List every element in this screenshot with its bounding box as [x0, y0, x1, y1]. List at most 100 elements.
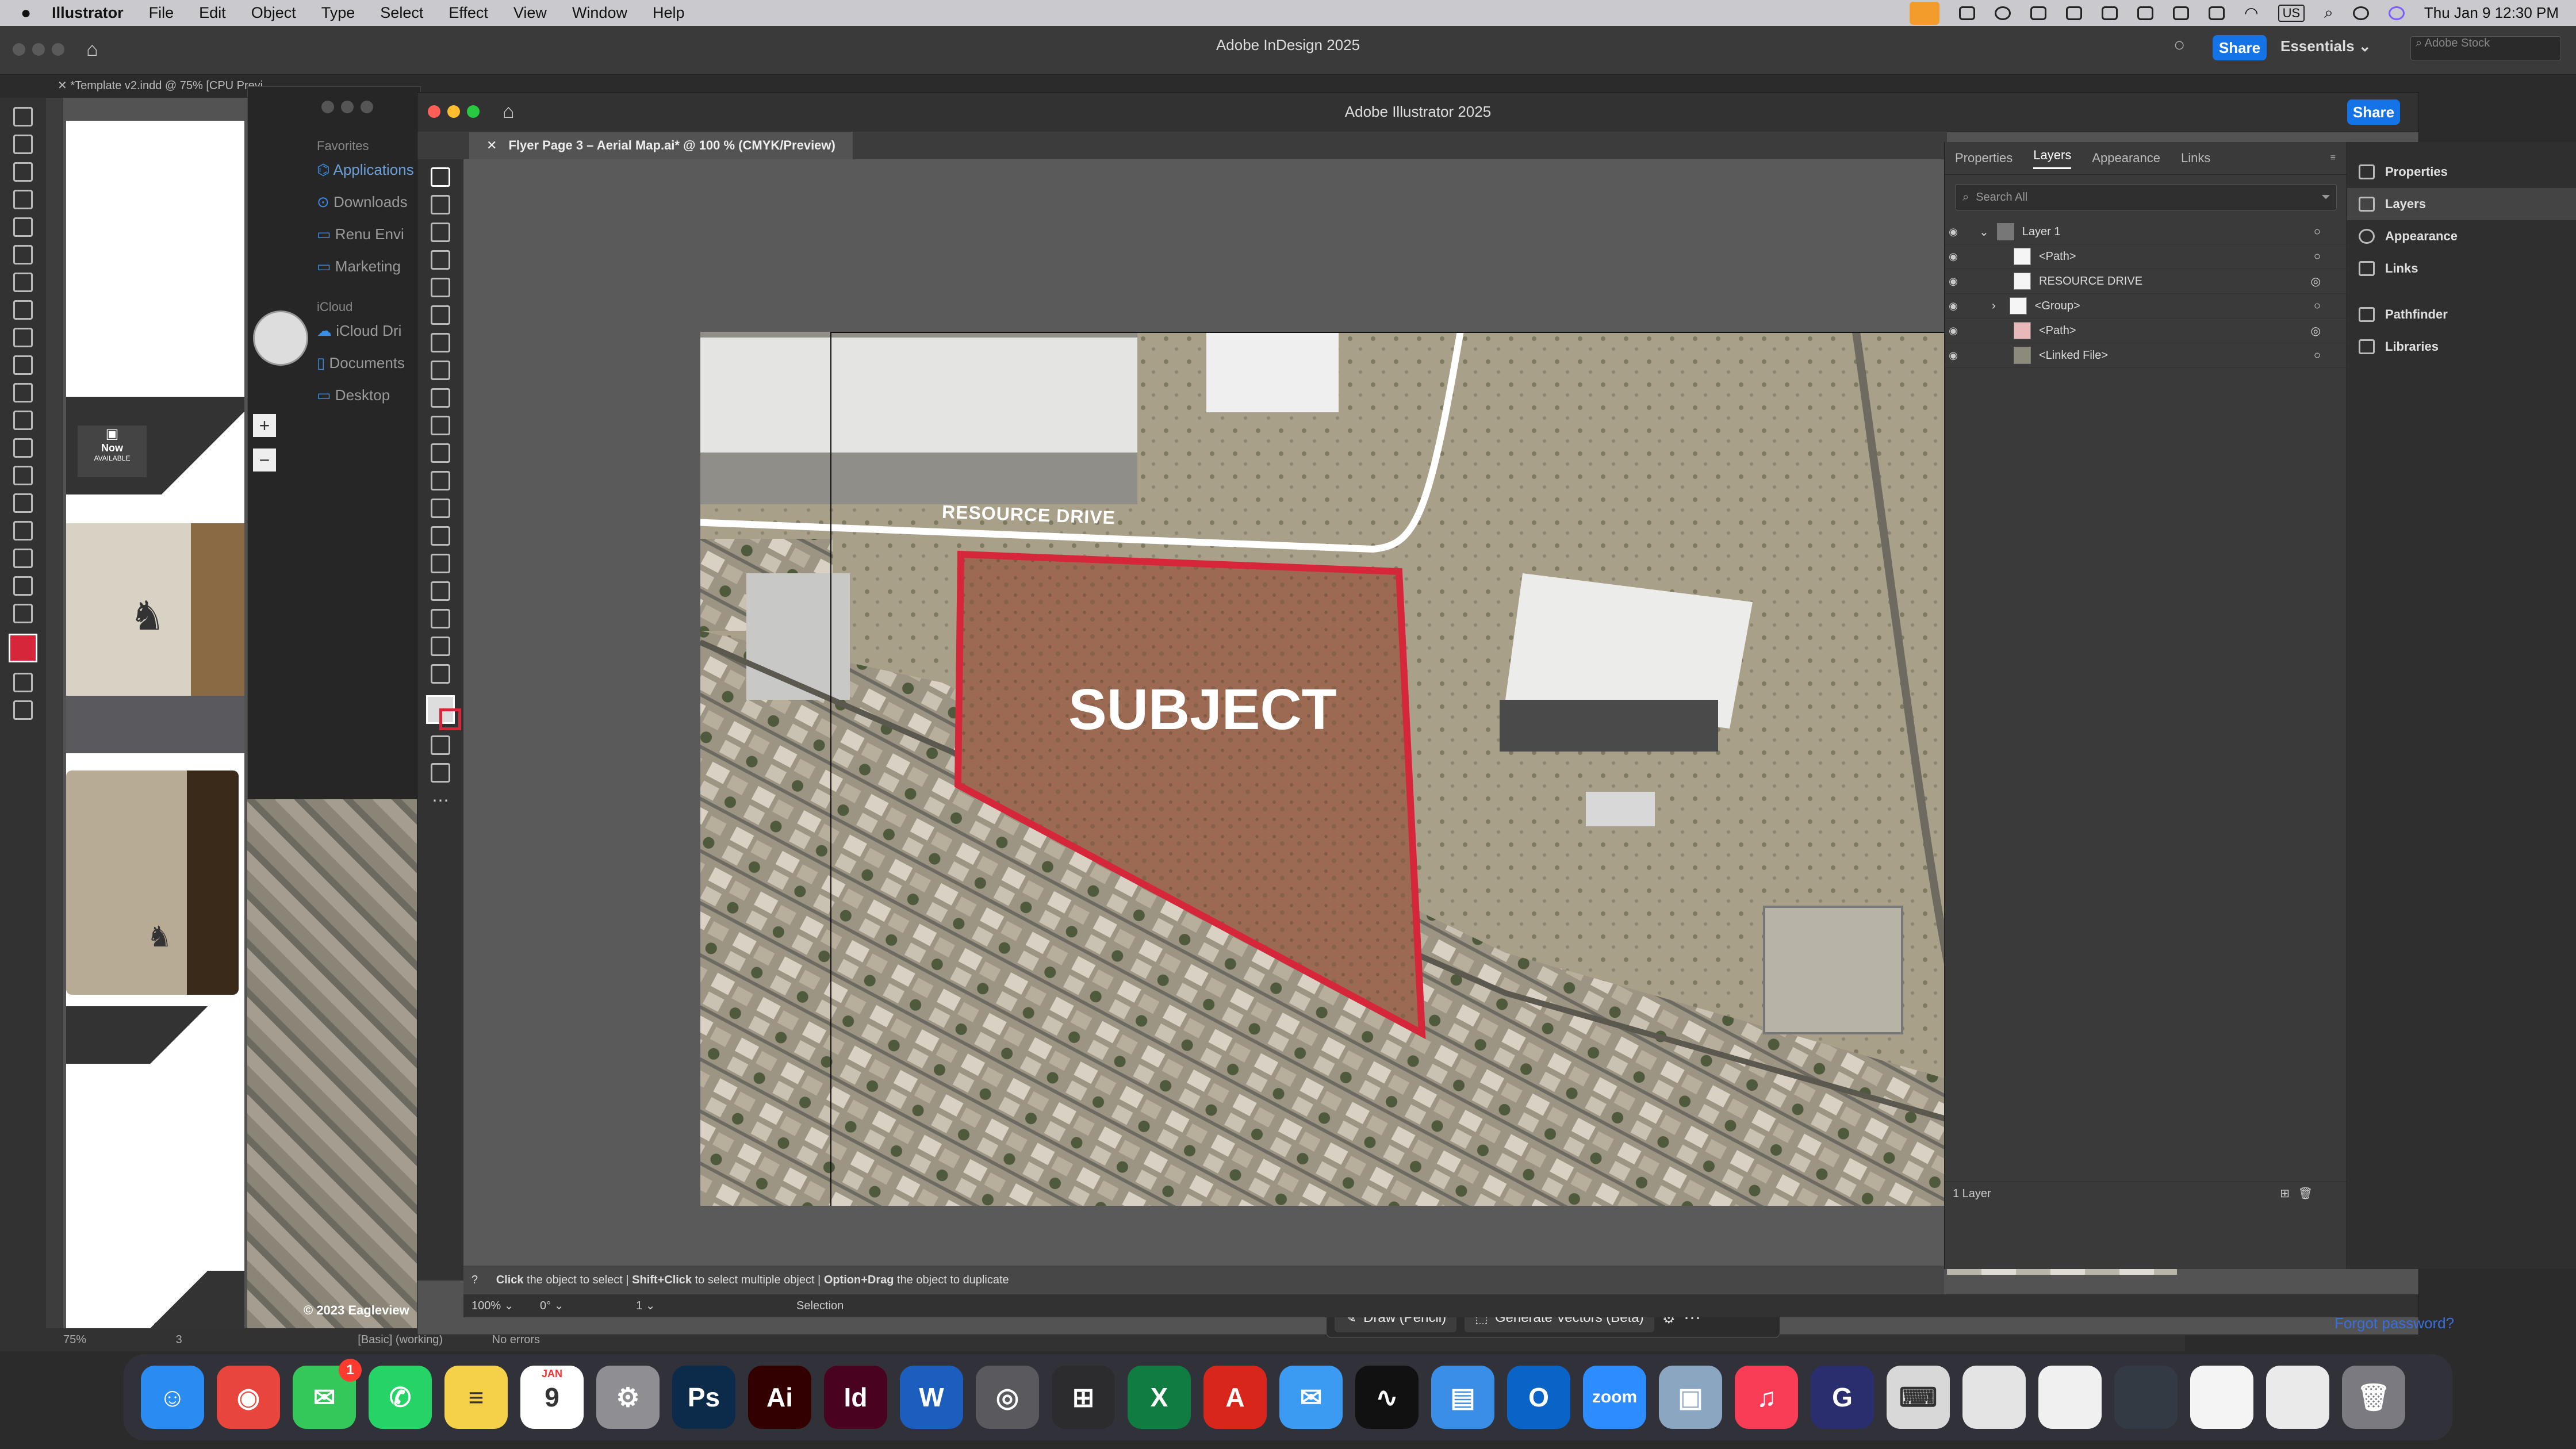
fill-stroke-swatch-icon[interactable] — [9, 634, 37, 662]
aerial-map-image[interactable] — [700, 332, 1948, 1206]
apply-none-icon[interactable] — [13, 673, 33, 692]
dock-pathfinder[interactable]: Pathfinder — [2347, 298, 2576, 331]
rotate-tool-icon[interactable] — [431, 361, 450, 380]
display-icon[interactable] — [2173, 6, 2190, 20]
pen-tool-icon[interactable] — [431, 223, 450, 242]
lightbulb-icon[interactable]: ○ — [2174, 34, 2186, 56]
panel-menu-icon[interactable]: ≡ — [2330, 153, 2336, 163]
creative-cloud-menubar-icon[interactable] — [2030, 6, 2047, 20]
dock-properties[interactable]: Properties — [2347, 156, 2576, 188]
free-transform-tool-icon[interactable] — [13, 438, 33, 458]
fill-stroke-swatch-icon[interactable] — [426, 695, 461, 730]
dock-app-outlook[interactable]: O — [1507, 1366, 1570, 1429]
zoom-tool-icon[interactable] — [431, 637, 450, 656]
eyedropper-tool-icon[interactable] — [431, 499, 450, 518]
visibility-eye-icon[interactable]: ◉ — [1945, 251, 1962, 263]
dock-app-window-4[interactable] — [2190, 1366, 2253, 1429]
tab-appearance[interactable]: Appearance — [2092, 151, 2160, 166]
dock-app-calculator[interactable]: ⊞ — [1052, 1366, 1115, 1429]
app-menu[interactable]: Illustrator — [52, 4, 124, 22]
dock-app-chrome[interactable]: ◉ — [217, 1366, 280, 1429]
dock-app-window-1[interactable] — [1962, 1366, 2026, 1429]
zoom-level[interactable]: 75% — [63, 1333, 86, 1346]
apple-icon[interactable]: ● — [21, 3, 31, 23]
visibility-eye-icon[interactable]: ◉ — [1945, 275, 1962, 288]
finder-item-downloads[interactable]: ⊙ Downloads — [317, 186, 420, 218]
zoom-tool-icon[interactable] — [13, 604, 33, 623]
dock-layers[interactable]: Layers — [2347, 188, 2576, 220]
current-tool-status[interactable]: Selection — [796, 1300, 844, 1312]
illustrator-doc-tab[interactable]: ✕ Flyer Page 3 – Aerial Map.ai* @ 100 % (… — [469, 132, 853, 159]
dock-app-calendar[interactable]: JAN 9 — [520, 1366, 584, 1429]
dock-app-indesign[interactable]: Id — [824, 1366, 887, 1429]
content-collector-icon[interactable] — [13, 217, 33, 237]
artboard-navigator[interactable]: 1 — [636, 1300, 642, 1312]
menu-effect[interactable]: Effect — [448, 4, 488, 22]
preflight-profile[interactable]: [Basic] (working) — [358, 1333, 443, 1346]
menu-edit[interactable]: Edit — [199, 4, 226, 22]
illustrator-share-button[interactable]: Share — [2347, 99, 2400, 125]
finder-item-applications[interactable]: ⌬ Applications — [317, 154, 420, 186]
mesh-tool-icon[interactable] — [431, 471, 450, 490]
gradient-feather-tool-icon[interactable] — [13, 493, 33, 513]
finder-item-renu[interactable]: ▭ Renu Envi — [317, 218, 420, 250]
target-circle-icon[interactable]: ◎ — [2311, 274, 2321, 289]
forgot-password-link[interactable]: Forgot password? — [2334, 1314, 2454, 1332]
dock-app-excel[interactable]: X — [1128, 1366, 1191, 1429]
zoom-in-map-button[interactable]: + — [253, 414, 276, 437]
dock-app-screenshot[interactable]: ◎ — [976, 1366, 1039, 1429]
dock-app-window-3[interactable] — [2114, 1366, 2178, 1429]
dock-app-preview[interactable]: ▣ — [1659, 1366, 1722, 1429]
shape-builder-tool-icon[interactable] — [431, 554, 450, 573]
gradient-tool-icon[interactable] — [431, 443, 450, 463]
layer-row-resource-drive[interactable]: ◉ RESOURCE DRIVE ◎ — [1945, 269, 2347, 294]
workspace-switcher[interactable]: Essentials ⌄ — [2280, 37, 2371, 55]
eraser-tool-icon[interactable] — [431, 388, 450, 408]
new-layer-icon[interactable]: ⊞ — [2280, 1182, 2290, 1205]
control-center-icon[interactable] — [2352, 6, 2369, 20]
note-tool-icon[interactable] — [13, 521, 33, 540]
dock-app-window-2[interactable] — [2038, 1366, 2102, 1429]
menu-help[interactable]: Help — [653, 4, 685, 22]
dock-app-finder[interactable]: ☺ — [141, 1366, 204, 1429]
indesign-share-button[interactable]: Share — [2213, 35, 2267, 60]
screen-mode-icon[interactable] — [431, 763, 450, 783]
type-tool-icon[interactable] — [431, 333, 450, 352]
menu-window[interactable]: Window — [572, 4, 627, 22]
finder-item-documents[interactable]: ▯ Documents — [317, 347, 420, 379]
tab-links[interactable]: Links — [2181, 151, 2210, 166]
expand-chevron-icon[interactable]: ⌄ — [1979, 225, 1989, 239]
draw-mode-icon[interactable] — [431, 735, 450, 755]
eyedropper-tool-icon[interactable] — [13, 549, 33, 568]
lasso-tool-icon[interactable] — [431, 416, 450, 435]
dock-app-acrobat[interactable]: A — [1203, 1366, 1267, 1429]
rotation-field[interactable]: 0° — [540, 1300, 551, 1312]
finder-item-icloud-drive[interactable]: ☁ iCloud Dri — [317, 315, 420, 347]
help-icon[interactable]: ? — [471, 1274, 478, 1286]
direct-selection-tool-icon[interactable] — [431, 195, 450, 214]
dock-app-photoshop[interactable]: Ps — [672, 1366, 735, 1429]
dock-links[interactable]: Links — [2347, 252, 2576, 285]
input-source[interactable]: US — [2278, 4, 2305, 22]
dock-app-mail[interactable]: ✉ — [1279, 1366, 1343, 1429]
dock-app-notes[interactable]: ≡ — [444, 1366, 508, 1429]
zoom-out-map-button[interactable]: − — [253, 448, 276, 471]
microphone-icon[interactable] — [1910, 1, 1940, 25]
layer-row-layer1[interactable]: ◉ ⌄ Layer 1 ○ — [1945, 220, 2347, 244]
grammarly-menubar-icon[interactable] — [1959, 6, 1976, 20]
page-tool-icon[interactable] — [13, 162, 33, 182]
window-manager-icon[interactable] — [2137, 6, 2154, 20]
delete-layer-icon[interactable]: 🗑 — [2298, 1182, 2313, 1205]
dock-appearance[interactable]: Appearance — [2347, 220, 2576, 252]
layer-row-linked-file[interactable]: ◉ <Linked File> ○ — [1945, 343, 2347, 368]
filter-icon[interactable]: ⏷ — [2321, 191, 2330, 204]
finder-item-marketing[interactable]: ▭ Marketing — [317, 250, 420, 282]
aerial-map-artboard[interactable]: RESOURCE DRIVE SUBJECT — [700, 332, 1948, 1206]
close-icon[interactable]: ✕ — [57, 79, 70, 92]
expand-chevron-icon[interactable]: › — [1992, 300, 1996, 313]
dock-app-messages[interactable]: ✉ 1 — [293, 1359, 362, 1429]
artboard-tool-icon[interactable] — [431, 581, 450, 601]
zoom-field[interactable]: 100% — [471, 1300, 501, 1312]
target-circle-icon[interactable]: ○ — [2314, 225, 2321, 239]
dock-app-system-settings[interactable]: ⚙ — [596, 1366, 660, 1429]
